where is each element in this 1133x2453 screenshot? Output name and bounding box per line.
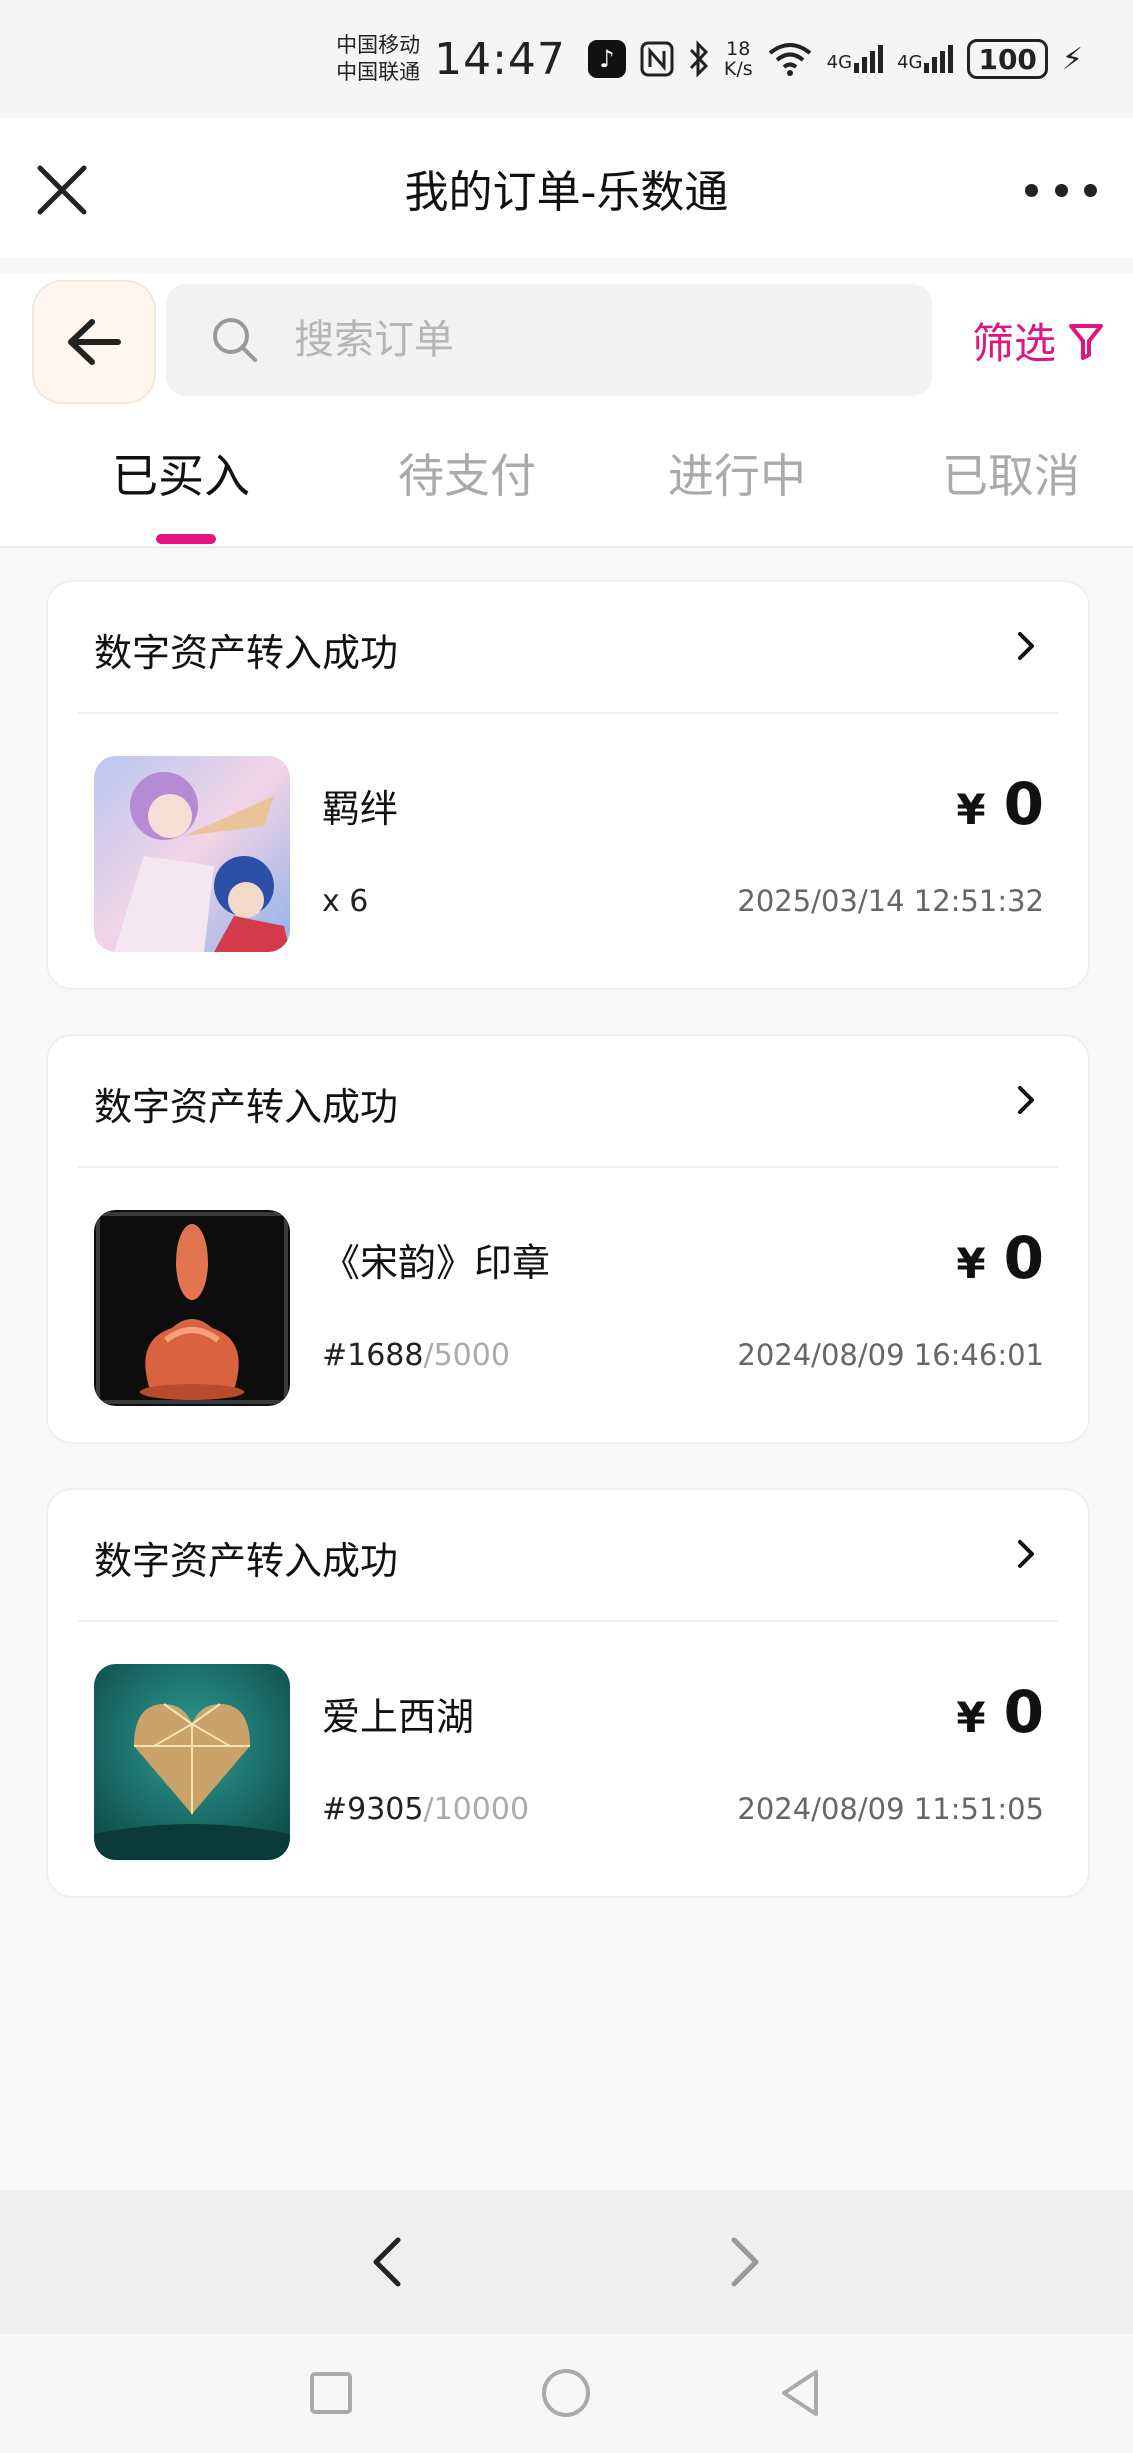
- chevron-right-icon: [1018, 632, 1034, 660]
- price-amount: 0: [1003, 1224, 1044, 1292]
- net-speed-value: 18: [726, 38, 751, 60]
- close-button[interactable]: [30, 158, 94, 222]
- recent-apps-icon[interactable]: [296, 2358, 366, 2428]
- wifi-icon: [767, 41, 813, 77]
- chevron-right-icon: [1018, 1540, 1034, 1568]
- product-image: [94, 1210, 290, 1406]
- item-name: 羁绊: [322, 787, 399, 831]
- signal-bars-icon: [924, 45, 954, 73]
- carrier-2: 中国联通: [336, 60, 421, 84]
- order-card-header[interactable]: 数字资产转入成功: [48, 582, 1088, 712]
- nav-back-button[interactable]: [360, 2232, 420, 2292]
- order-card[interactable]: 数字资产转入成功 羁绊 x 6 ¥ 0 2025/03/14 12:51:32: [46, 580, 1090, 990]
- price-amount: 0: [1003, 1678, 1044, 1746]
- system-nav-bar: [0, 2334, 1133, 2453]
- order-time: 2024/08/09 16:46:01: [737, 1338, 1044, 1372]
- order-status: 数字资产转入成功: [94, 631, 399, 675]
- currency-symbol: ¥: [956, 1239, 986, 1288]
- order-card-header[interactable]: 数字资产转入成功: [48, 1490, 1088, 1620]
- divider: [0, 258, 1133, 274]
- order-card[interactable]: 数字资产转入成功 爱上西湖 #9305/10000 ¥ 0 2024/08/09…: [46, 1488, 1090, 1898]
- signal-1-label: 4G: [826, 52, 853, 73]
- page-title: 我的订单-乐数通: [404, 167, 729, 218]
- signal-1: 4G: [826, 45, 884, 73]
- tiktok-icon: ♪: [587, 40, 626, 78]
- carrier-info: 中国移动 中国联通: [336, 32, 420, 86]
- search-input[interactable]: [294, 317, 854, 363]
- item-name: 爱上西湖: [322, 1695, 475, 1739]
- status-bar: 中国移动 中国联通 14:47 ♪ 18 K/s 4G 4G 100 ⚡: [0, 0, 1133, 118]
- order-price: ¥ 0: [956, 1224, 1044, 1292]
- close-icon: [37, 165, 87, 215]
- filter-label: 筛选: [972, 319, 1057, 368]
- product-image: [94, 756, 290, 952]
- active-tab-indicator: [156, 534, 216, 544]
- signal-2: 4G: [897, 45, 954, 73]
- signal-bars-icon: [854, 45, 884, 73]
- order-status: 数字资产转入成功: [94, 1085, 399, 1129]
- card-divider: [78, 1620, 1058, 1622]
- order-status: 数字资产转入成功: [94, 1539, 399, 1583]
- tab-bought[interactable]: 已买入: [112, 440, 250, 506]
- system-back-icon[interactable]: [766, 2358, 836, 2428]
- item-meta-main: #9305: [322, 1792, 424, 1827]
- tab-cancelled[interactable]: 已取消: [942, 440, 1080, 506]
- price-amount: 0: [1003, 770, 1044, 838]
- battery-indicator: 100: [967, 39, 1048, 79]
- item-meta-main: x 6: [322, 884, 369, 919]
- item-meta-main: #1688: [322, 1338, 424, 1373]
- card-divider: [78, 1166, 1058, 1168]
- search-icon: [213, 318, 257, 362]
- order-card-header[interactable]: 数字资产转入成功: [48, 1036, 1088, 1166]
- order-price: ¥ 0: [956, 770, 1044, 838]
- net-speed-unit: K/s: [723, 58, 753, 80]
- item-quantity: x 6: [322, 884, 368, 919]
- order-tabs: 已买入 待支付 进行中 已取消: [0, 404, 1133, 548]
- net-speed: 18 K/s: [724, 39, 753, 79]
- clock: 14:47: [434, 33, 566, 85]
- tab-in-progress[interactable]: 进行中: [668, 440, 806, 506]
- browser-nav-bar: [0, 2190, 1133, 2334]
- more-button[interactable]: [1025, 166, 1097, 214]
- back-button[interactable]: [32, 280, 156, 404]
- filter-button[interactable]: 筛选: [972, 310, 1104, 371]
- currency-symbol: ¥: [956, 1693, 986, 1742]
- charging-icon: ⚡: [1061, 41, 1083, 77]
- card-divider: [78, 712, 1058, 714]
- chevron-right-icon: [1018, 1086, 1034, 1114]
- bluetooth-icon: [688, 40, 710, 78]
- order-price: ¥ 0: [956, 1678, 1044, 1746]
- search-row: 筛选: [0, 274, 1133, 404]
- arrow-left-icon: [68, 319, 121, 365]
- search-box[interactable]: [166, 284, 932, 396]
- order-time: 2024/08/09 11:51:05: [737, 1792, 1044, 1826]
- nav-forward-button[interactable]: [712, 2232, 772, 2292]
- item-meta-total: /10000: [423, 1792, 530, 1827]
- nfc-icon: [640, 41, 674, 77]
- signal-2-label: 4G: [897, 52, 923, 73]
- title-bar: 我的订单-乐数通: [0, 118, 1133, 258]
- tab-pending-payment[interactable]: 待支付: [398, 440, 536, 506]
- filter-icon: [1069, 323, 1104, 360]
- currency-symbol: ¥: [956, 785, 986, 834]
- battery-level: 100: [978, 42, 1037, 76]
- item-name: 《宋韵》印章: [322, 1241, 551, 1285]
- carrier-1: 中国移动: [336, 33, 421, 57]
- more-icon: [1025, 183, 1038, 197]
- order-time: 2025/03/14 12:51:32: [737, 884, 1044, 918]
- product-image: [94, 1664, 290, 1860]
- home-icon[interactable]: [531, 2358, 601, 2428]
- order-card[interactable]: 数字资产转入成功 《宋韵》印章 #1688/5000 ¥ 0 2024/08/0…: [46, 1034, 1090, 1444]
- item-serial: #9305/10000: [322, 1792, 529, 1827]
- item-serial: #1688/5000: [322, 1338, 510, 1373]
- item-meta-total: /5000: [423, 1338, 510, 1373]
